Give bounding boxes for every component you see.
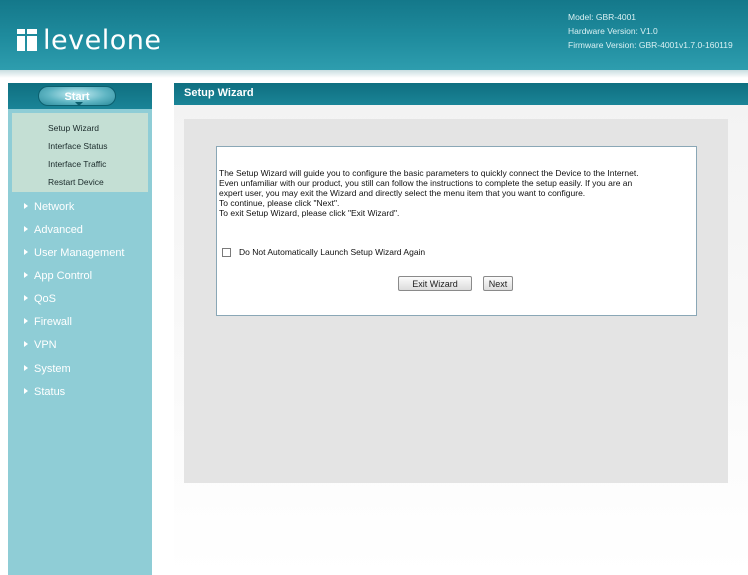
sidebar-item-status[interactable]: Status (24, 386, 65, 398)
header-shadow (0, 70, 748, 78)
exit-wizard-button[interactable]: Exit Wizard (398, 276, 472, 291)
sidebar: Start Setup Wizard Interface Status Inte… (8, 83, 152, 575)
sidebar-item-vpn[interactable]: VPN (24, 339, 57, 351)
page-title-bar: Setup Wizard (174, 83, 748, 105)
wizard-text-line: To exit Setup Wizard, please click "Exit… (219, 208, 400, 218)
sidebar-item-label: Firewall (34, 316, 72, 328)
device-info: Model: GBR-4001 Hardware Version: V1.0 F… (568, 10, 733, 52)
sidebar-item-network[interactable]: Network (24, 201, 74, 213)
page-title: Setup Wizard (184, 87, 254, 99)
brand-logo: levelone (17, 24, 161, 56)
arrow-right-icon (24, 249, 28, 256)
arrow-right-icon (24, 203, 28, 210)
hardware-version-label: Hardware Version: V1.0 (568, 26, 658, 36)
sidebar-item-label: Advanced (34, 224, 83, 236)
auto-launch-checkbox[interactable] (222, 247, 231, 257)
arrow-right-icon (24, 365, 28, 372)
start-button[interactable]: Start (38, 86, 116, 106)
sidebar-item-label: QoS (34, 293, 57, 305)
arrow-right-icon (24, 295, 28, 302)
chevron-down-icon (75, 102, 83, 106)
wizard-dialog: The Setup Wizard will guide you to confi… (216, 146, 697, 316)
next-button[interactable]: Next (483, 276, 513, 291)
arrow-right-icon (24, 272, 28, 279)
sidebar-item-label: VPN (34, 339, 57, 351)
sidebar-item-user-management[interactable]: User Management (24, 247, 125, 259)
auto-launch-checkbox-label: Do Not Automatically Launch Setup Wizard… (239, 247, 426, 257)
arrow-right-icon (24, 341, 28, 348)
sidebar-item-label: Status (34, 386, 66, 398)
submenu-item-interface-status[interactable]: Interface Status (48, 141, 108, 151)
sidebar-item-qos[interactable]: QoS (24, 293, 56, 305)
arrow-right-icon (24, 318, 28, 325)
wizard-text-line: To continue, please click "Next". (219, 198, 340, 208)
sidebar-item-label: User Management (34, 247, 125, 259)
sidebar-item-system[interactable]: System (24, 363, 71, 375)
wizard-text-line: The Setup Wizard will guide you to confi… (219, 168, 639, 178)
arrow-right-icon (24, 226, 28, 233)
sidebar-item-label: Network (34, 201, 75, 213)
wizard-text-line: Even unfamiliar with our product, you st… (219, 178, 633, 188)
sidebar-item-label: System (34, 363, 71, 375)
submenu-item-restart-device[interactable]: Restart Device (48, 177, 104, 187)
auto-launch-option: Do Not Automatically Launch Setup Wizard… (222, 247, 425, 257)
submenu-item-interface-traffic[interactable]: Interface Traffic (48, 159, 106, 169)
logo-mark-icon (17, 29, 37, 51)
main-content: Setup Wizard The Setup Wizard will guide… (174, 83, 748, 575)
firmware-version-label: Firmware Version: GBR-4001v1.7.0-160119 (568, 40, 733, 50)
arrow-right-icon (24, 388, 28, 395)
sidebar-item-firewall[interactable]: Firewall (24, 316, 72, 328)
submenu-item-setup-wizard[interactable]: Setup Wizard (48, 123, 99, 133)
logo-text: levelone (43, 24, 162, 56)
sidebar-item-advanced[interactable]: Advanced (24, 224, 83, 236)
wizard-description: The Setup Wizard will guide you to confi… (219, 168, 693, 218)
start-bar: Start (8, 83, 152, 109)
model-label: Model: GBR-4001 (568, 12, 637, 22)
header-bar: levelone Model: GBR-4001 Hardware Versio… (0, 0, 748, 70)
wizard-text-line: expert user, you may exit the Wizard and… (219, 188, 586, 198)
start-submenu: Setup Wizard Interface Status Interface … (12, 113, 148, 192)
sidebar-item-label: App Control (34, 270, 93, 282)
sidebar-item-app-control[interactable]: App Control (24, 270, 92, 282)
